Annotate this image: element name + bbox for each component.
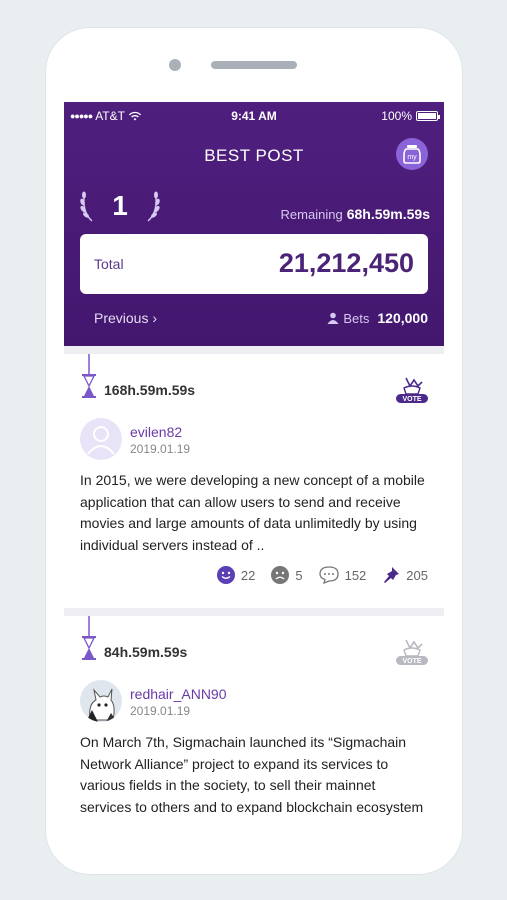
hourglass-icon <box>82 354 96 398</box>
bets-value: 120,000 <box>377 310 428 326</box>
avatar[interactable] <box>80 680 122 722</box>
hourglass-icon <box>82 616 96 660</box>
username[interactable]: redhair_ANN90 <box>130 686 227 702</box>
comment-count: 152 <box>344 567 367 583</box>
screen: ●●●●● AT&T 9:41 AM 100% BEST POST my 1 R… <box>64 102 444 820</box>
username[interactable]: evilen82 <box>130 424 182 440</box>
laurel-right-icon <box>147 191 160 222</box>
previous-link[interactable]: Previous › <box>94 310 157 326</box>
total-value: 21,212,450 <box>278 248 414 278</box>
pin-count: 205 <box>406 567 428 583</box>
speaker <box>211 61 297 69</box>
sad-count: 5 <box>295 567 303 583</box>
post-card[interactable]: 168h.59m.59s VOTE evilen82 2019.01.19 In… <box>64 354 444 608</box>
post-card[interactable]: 84h.59m.59s VOTE redhair_ANN90 2019.01.1… <box>64 616 444 820</box>
phone-frame: ●●●●● AT&T 9:41 AM 100% BEST POST my 1 R… <box>46 28 462 874</box>
total-card: Total 21,212,450 <box>80 234 428 294</box>
previous-label: Previous <box>94 310 149 326</box>
sad-reaction[interactable]: 5 <box>271 566 303 584</box>
bets-count: Bets 120,000 <box>327 310 428 326</box>
pin-button[interactable]: 205 <box>382 566 428 584</box>
smile-count: 22 <box>240 567 256 583</box>
battery-percent: 100% <box>381 109 412 123</box>
smile-reaction[interactable]: 22 <box>216 566 256 584</box>
status-right: 100% <box>381 109 440 123</box>
best-post-header: ●●●●● AT&T 9:41 AM 100% BEST POST my 1 R… <box>64 102 444 346</box>
sad-icon <box>271 566 290 584</box>
pin-icon <box>384 567 400 583</box>
battery-icon <box>416 111 440 121</box>
vote-button[interactable]: VOTE <box>394 636 430 666</box>
my-button[interactable]: my <box>396 138 428 170</box>
post-date: 2019.01.19 <box>130 704 191 718</box>
remaining-label: Remaining <box>280 207 343 222</box>
vote-button[interactable]: VOTE <box>394 374 430 404</box>
post-timer: 84h.59m.59s <box>104 644 188 660</box>
status-bar: ●●●●● AT&T 9:41 AM 100% <box>64 102 444 128</box>
remaining-value: 68h.59m.59s <box>346 206 430 222</box>
comment-button[interactable]: 152 <box>318 566 367 584</box>
page-title: BEST POST <box>204 146 304 165</box>
avatar[interactable] <box>80 418 122 460</box>
remaining-time: Remaining 68h.59m.59s <box>281 206 430 222</box>
svg-text:VOTE: VOTE <box>402 396 421 403</box>
post-text[interactable]: On March 7th, Sigmachain launched its “S… <box>80 732 430 820</box>
svg-text:my: my <box>407 154 417 161</box>
total-label: Total <box>94 256 124 272</box>
cat-avatar-icon <box>86 688 117 722</box>
jar-icon: my <box>403 145 421 164</box>
user-icon <box>327 312 339 324</box>
comment-icon <box>318 566 339 584</box>
svg-text:VOTE: VOTE <box>402 658 421 665</box>
post-timer: 168h.59m.59s <box>104 382 196 398</box>
post-date: 2019.01.19 <box>130 442 191 456</box>
rank-badge: 1 <box>78 184 162 228</box>
chevron-right-icon: › <box>152 310 158 326</box>
default-avatar-icon <box>87 426 115 455</box>
smile-icon <box>216 566 235 584</box>
post-stats: 22 5 152 205 <box>207 566 428 584</box>
camera <box>169 59 181 71</box>
bets-label: Bets <box>343 310 370 326</box>
post-text[interactable]: In 2015, we were developing a new concep… <box>80 470 430 556</box>
